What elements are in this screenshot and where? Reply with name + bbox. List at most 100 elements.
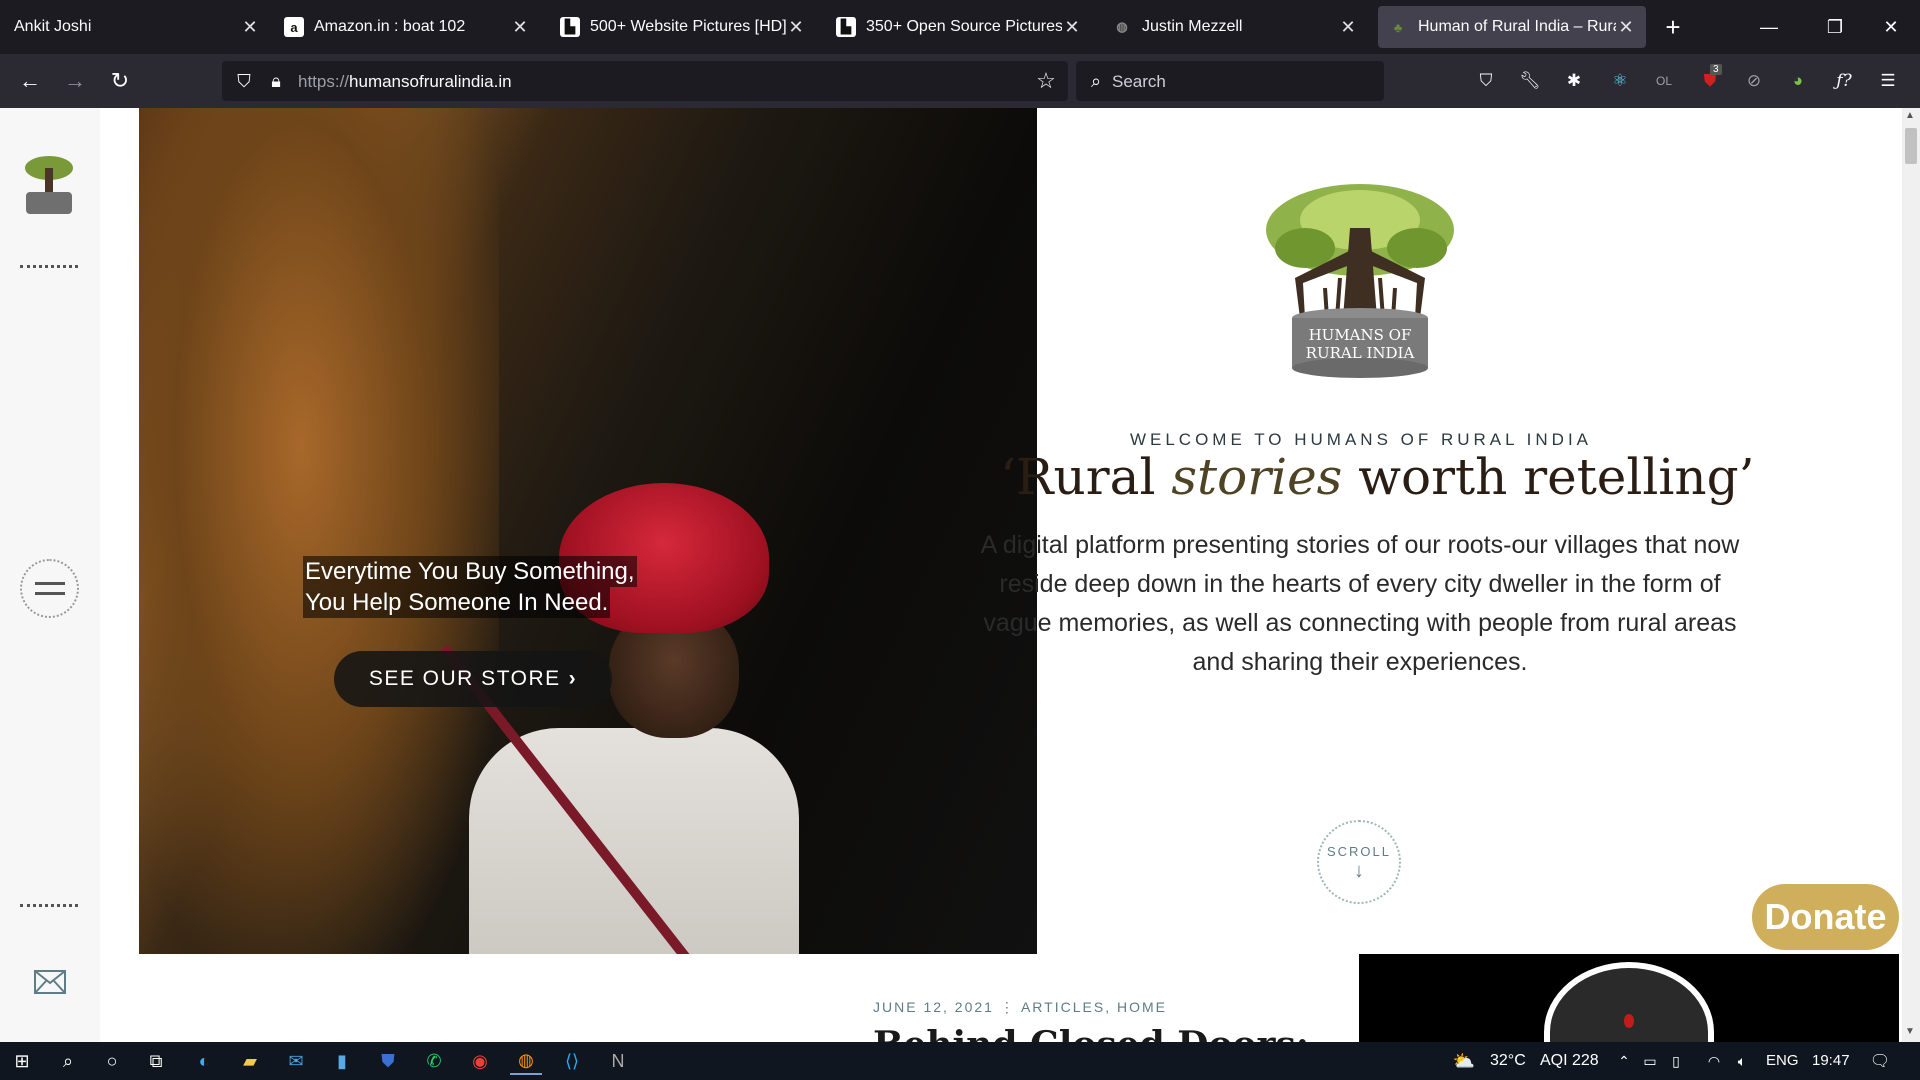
- windows-start-icon[interactable]: ⊞: [6, 1047, 38, 1075]
- hero-image: Everytime You Buy Something, You Help So…: [139, 108, 1037, 954]
- bookmark-star-icon[interactable]: ☆: [1030, 65, 1062, 97]
- notifications-icon[interactable]: 🗨︎: [1864, 1047, 1896, 1075]
- logo-text-line1: HUMANS OF: [1309, 326, 1412, 344]
- donate-button[interactable]: Donate: [1752, 884, 1899, 950]
- hero-tagline-line2: You Help Someone In Need.: [303, 587, 611, 618]
- close-icon[interactable]: ✕: [1062, 17, 1082, 38]
- pocket-icon[interactable]: ⛉: [1472, 67, 1500, 95]
- font-finder-icon[interactable]: ƒ?: [1830, 67, 1858, 95]
- dribbble-icon: ◍: [1116, 19, 1128, 34]
- volume-icon[interactable]: 🔈︎: [1726, 1047, 1758, 1075]
- tab-label: 500+ Website Pictures [HD] | D: [590, 18, 786, 35]
- back-icon[interactable]: ←: [14, 65, 46, 97]
- post-card[interactable]: JUNE 12, 2021 ⋮ ARTICLES, HOME Behind Cl…: [820, 954, 1360, 1042]
- url-bar[interactable]: ⛉ 🔒︎ https://humansofruralindia.in ☆: [222, 61, 1068, 101]
- tab-human-of-rural-india[interactable]: ♣ Human of Rural India – Rural s ✕: [1378, 6, 1646, 48]
- menu-line-icon: [35, 592, 65, 595]
- store-button-label: SEE OUR STORE: [368, 667, 561, 690]
- search-icon[interactable]: ⌕: [52, 1047, 84, 1075]
- shield-icon[interactable]: ⛉: [228, 65, 260, 97]
- whatsapp-icon[interactable]: ✆: [418, 1047, 450, 1075]
- tab-justin-mezzell[interactable]: ◍ Justin Mezzell ✕: [1102, 6, 1368, 48]
- page-scrollbar[interactable]: ▲ ▼: [1902, 108, 1920, 1042]
- tab-open-source-pictures[interactable]: ▙ 350+ Open Source Pictures | D ✕: [826, 6, 1092, 48]
- new-tab-icon[interactable]: +: [1650, 0, 1696, 54]
- hamburger-menu-icon[interactable]: ☰: [1874, 67, 1902, 95]
- lock-icon[interactable]: 🔒︎: [260, 65, 292, 97]
- search-icon: ⌕: [1090, 70, 1102, 91]
- color-picker-icon[interactable]: ◕: [1784, 67, 1812, 95]
- clock[interactable]: 19:47: [1812, 1052, 1850, 1069]
- tab-label: Ankit Joshi: [14, 18, 92, 35]
- tab-website-pictures[interactable]: ▙ 500+ Website Pictures [HD] | D ✕: [550, 6, 816, 48]
- illustration-figure: [1544, 962, 1714, 1042]
- vscode-icon[interactable]: ⟨⟩: [556, 1047, 588, 1075]
- post-category-articles[interactable]: ARTICLES: [1021, 999, 1105, 1015]
- search-bar[interactable]: ⌕ Search: [1076, 61, 1384, 101]
- language-indicator[interactable]: ENG: [1766, 1052, 1799, 1069]
- firefox-icon[interactable]: ◍: [510, 1047, 542, 1075]
- ublock-badge: 3: [1710, 64, 1722, 75]
- cortana-icon[interactable]: ○: [96, 1047, 128, 1075]
- notion-icon[interactable]: N: [602, 1047, 634, 1075]
- restore-icon[interactable]: ❐: [1812, 0, 1858, 54]
- navigation-bar: ← → ↻ ⛉ 🔒︎ https://humansofruralindia.in…: [0, 54, 1920, 108]
- notepad-icon[interactable]: ▮: [326, 1047, 358, 1075]
- window-close-icon[interactable]: ✕: [1868, 0, 1914, 54]
- post-thumbnail[interactable]: [1359, 954, 1899, 1042]
- reload-icon[interactable]: ↻: [104, 65, 136, 97]
- blocked-icon[interactable]: ⊘: [1740, 67, 1768, 95]
- file-explorer-icon[interactable]: ▰: [234, 1047, 266, 1075]
- divider-dots: [20, 904, 78, 907]
- tab-bar: Ankit Joshi ✕ a Amazon.in : boat 102 ✕ ▙…: [0, 0, 1920, 54]
- temperature[interactable]: 32°C: [1490, 1052, 1526, 1070]
- close-icon[interactable]: ✕: [1338, 17, 1358, 38]
- tab-label: Justin Mezzell: [1142, 18, 1243, 35]
- bug-extension-icon[interactable]: ✱: [1560, 67, 1588, 95]
- security-icon[interactable]: ⛊: [372, 1047, 404, 1075]
- scroll-down-icon[interactable]: ▼: [1905, 1026, 1915, 1037]
- edge-icon[interactable]: ◐: [188, 1047, 220, 1075]
- scroll-up-icon[interactable]: ▲: [1905, 110, 1915, 121]
- site-logo[interactable]: HUMANS OF RURAL INDIA: [1255, 168, 1465, 388]
- unsplash-icon: ▙: [836, 17, 856, 37]
- forward-icon[interactable]: →: [59, 65, 91, 97]
- hero-tagline: Everytime You Buy Something, You Help So…: [303, 556, 637, 618]
- page-headline: ‘Rural stories worth retelling’: [1000, 448, 1754, 506]
- search-input[interactable]: Search: [1112, 72, 1166, 92]
- wall-background: [139, 108, 499, 954]
- mail-icon[interactable]: [34, 970, 66, 994]
- menu-line-icon: [35, 582, 65, 585]
- aqi[interactable]: AQI 228: [1540, 1052, 1599, 1070]
- chevron-right-icon: ›: [568, 667, 578, 690]
- sidebar-logo[interactable]: [20, 154, 78, 218]
- tab-label: 350+ Open Source Pictures | D: [866, 18, 1062, 35]
- chrome-icon[interactable]: ◉: [464, 1047, 496, 1075]
- scrollbar-thumb[interactable]: [1905, 128, 1917, 164]
- unsplash-icon: ▙: [560, 17, 580, 37]
- url-text[interactable]: https://humansofruralindia.in: [298, 72, 512, 92]
- menu-toggle-button[interactable]: [20, 559, 79, 618]
- minimize-icon[interactable]: —: [1746, 0, 1792, 54]
- close-icon[interactable]: ✕: [786, 17, 806, 38]
- close-icon[interactable]: ✕: [240, 17, 260, 38]
- post-category-home[interactable]: HOME: [1117, 999, 1167, 1015]
- tab-label: Human of Rural India – Rural s: [1418, 18, 1616, 35]
- weather-icon[interactable]: ⛅: [1448, 1047, 1480, 1075]
- scroll-down-button[interactable]: SCROLL ↓: [1317, 820, 1401, 904]
- device-icon[interactable]: ▯: [1660, 1047, 1692, 1075]
- mail-app-icon[interactable]: ✉: [280, 1047, 312, 1075]
- scroll-label: SCROLL: [1326, 844, 1392, 859]
- react-devtools-icon[interactable]: ⚛: [1606, 67, 1634, 95]
- post-title[interactable]: Behind Closed Doors:: [873, 1024, 1309, 1042]
- see-our-store-button[interactable]: SEE OUR STORE ›: [334, 651, 612, 707]
- tab-ankit-joshi[interactable]: Ankit Joshi ✕: [4, 6, 270, 48]
- ol-extension-icon[interactable]: OL: [1650, 67, 1678, 95]
- task-view-icon[interactable]: ⧉: [140, 1047, 172, 1075]
- wrench-icon[interactable]: 🔧︎: [1516, 67, 1544, 95]
- tab-amazon[interactable]: a Amazon.in : boat 102 ✕: [274, 6, 540, 48]
- close-icon[interactable]: ✕: [1616, 17, 1636, 38]
- post-date: JUNE 12, 2021: [873, 999, 994, 1015]
- post-meta: JUNE 12, 2021 ⋮ ARTICLES, HOME: [873, 999, 1167, 1015]
- close-icon[interactable]: ✕: [510, 17, 530, 38]
